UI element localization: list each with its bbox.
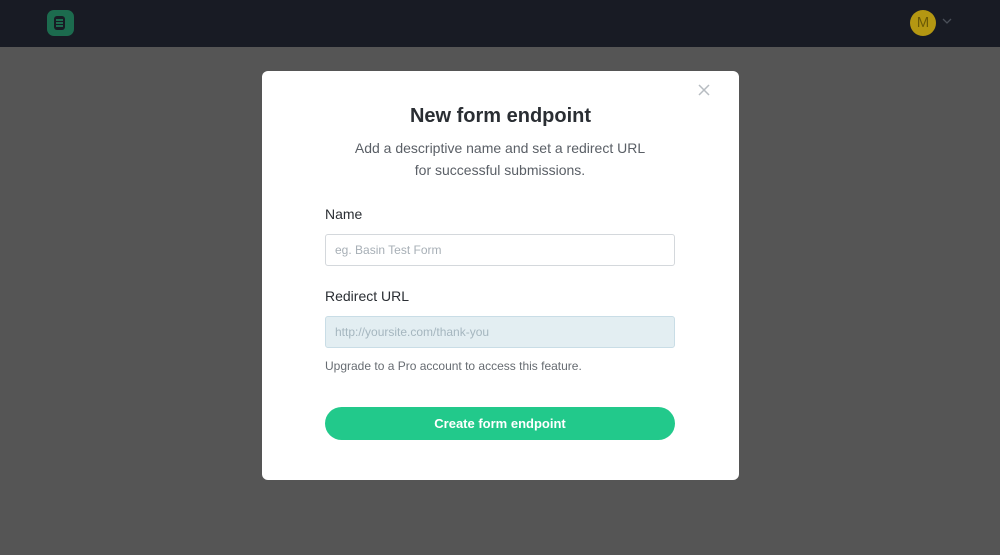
logo-line — [56, 25, 63, 27]
modal-subtitle: Add a descriptive name and set a redirec… — [354, 140, 646, 178]
logo-line — [56, 19, 63, 21]
modal-title: New form endpoint — [409, 105, 592, 127]
redirect-url-label: Redirect URL — [325, 288, 410, 304]
new-form-endpoint-modal: New form endpoint Add a descriptive name… — [262, 71, 739, 480]
upgrade-help-text: Upgrade to a Pro account to access this … — [325, 359, 582, 373]
user-avatar[interactable]: M — [910, 10, 936, 36]
top-navigation-bar: M — [0, 0, 1000, 47]
logo-line — [56, 22, 63, 24]
chevron-down-icon[interactable] — [941, 16, 953, 26]
create-form-endpoint-button[interactable]: Create form endpoint — [325, 407, 675, 440]
close-icon[interactable] — [696, 82, 712, 98]
name-input[interactable] — [325, 234, 675, 266]
basin-logo-icon[interactable] — [47, 10, 74, 36]
logo-inner-shape — [54, 16, 65, 30]
redirect-url-input[interactable] — [325, 316, 675, 348]
name-label: Name — [325, 206, 363, 222]
